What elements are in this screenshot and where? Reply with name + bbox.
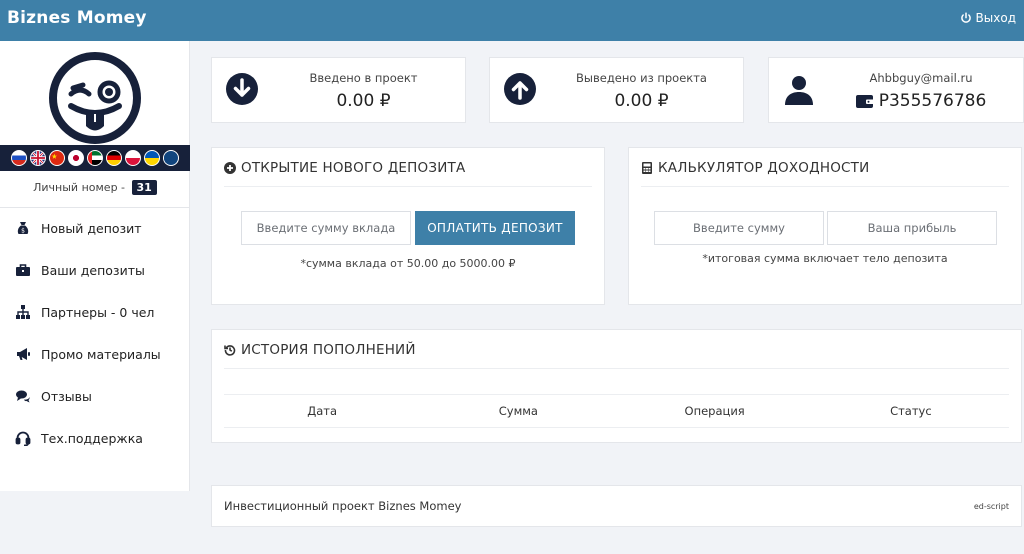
logout-label: Выход — [975, 11, 1016, 25]
footer-text: Инвестиционный проект Biznes Momey — [224, 499, 462, 513]
deposit-note: *сумма вклада от 50.00 до 5000.00 ₽ — [300, 257, 516, 270]
column-status[interactable]: Статус — [813, 404, 1009, 418]
deposit-amount-input[interactable] — [241, 211, 411, 245]
new-deposit-title: ОТКРЫТИЕ НОВОГО ДЕПОЗИТА — [224, 160, 465, 176]
sitemap-icon — [16, 305, 30, 319]
calculator-title-text: КАЛЬКУЛЯТОР ДОХОДНОСТИ — [658, 160, 870, 176]
flag-pl-icon[interactable] — [125, 150, 141, 166]
history-panel: ИСТОРИЯ ПОПОЛНЕНИЙ Дата Сумма Операция С… — [211, 329, 1022, 443]
briefcase-icon — [16, 264, 30, 276]
language-flags — [0, 145, 190, 171]
flag-ua-icon[interactable] — [144, 150, 160, 166]
sidebar-item-my-deposits[interactable]: Ваши депозиты — [0, 249, 190, 291]
flag-gb-icon[interactable] — [30, 150, 46, 166]
sidebar-item-reviews[interactable]: Отзывы — [0, 375, 190, 417]
wallet-number: P355576786 — [878, 91, 987, 111]
plus-circle-icon — [224, 162, 236, 174]
history-table-header: Дата Сумма Операция Статус — [224, 394, 1009, 428]
deposited-card: Введено в проект 0.00 ₽ — [211, 57, 466, 123]
personal-number: Личный номер - 31 — [0, 180, 190, 195]
user-card: Ahbbguy@mail.ru P355576786 — [768, 57, 1024, 123]
personal-number-badge: 31 — [131, 180, 157, 195]
deposited-label: Введено в проект — [309, 71, 418, 85]
sidebar-item-label: Ваши депозиты — [41, 262, 145, 278]
withdrawn-value: 0.00 ₽ — [614, 91, 669, 111]
arrow-down-circle-icon — [226, 73, 258, 105]
sidebar-item-label: Промо материалы — [41, 346, 161, 362]
column-operation[interactable]: Операция — [617, 404, 813, 418]
footer-credit[interactable]: ed-script — [974, 502, 1009, 511]
personal-number-label: Личный номер - — [33, 181, 126, 194]
sidebar-item-new-deposit[interactable]: $ Новый депозит — [0, 207, 190, 249]
footer: Инвестиционный проект Biznes Momey ed-sc… — [211, 485, 1022, 527]
divider — [224, 368, 1009, 369]
history-title-text: ИСТОРИЯ ПОПОЛНЕНИЙ — [241, 342, 416, 358]
divider — [224, 186, 592, 187]
divider — [641, 186, 1009, 187]
megaphone-icon — [17, 348, 30, 360]
flag-de-icon[interactable] — [106, 150, 122, 166]
flag-cz-icon[interactable] — [163, 150, 179, 166]
comments-icon — [16, 390, 30, 403]
calc-profit-field[interactable] — [827, 211, 997, 245]
calculator-note: *итоговая сумма включает тело депозита — [702, 252, 948, 265]
flag-cn-icon[interactable] — [49, 150, 65, 166]
calculator-title: КАЛЬКУЛЯТОР ДОХОДНОСТИ — [641, 160, 869, 176]
brand-title[interactable]: Biznes Momey — [7, 8, 147, 28]
wallet-icon — [855, 95, 874, 108]
sidebar-item-label: Отзывы — [41, 388, 92, 404]
new-deposit-panel: ОТКРЫТИЕ НОВОГО ДЕПОЗИТА ОПЛАТИТЬ ДЕПОЗИ… — [211, 147, 605, 305]
top-bar: Biznes Momey Выход — [0, 0, 1024, 41]
user-wallet: P355576786 — [829, 91, 1013, 111]
user-email: Ahbbguy@mail.ru — [869, 71, 973, 85]
deposited-value: 0.00 ₽ — [336, 91, 391, 111]
sidebar-menu: $ Новый депозит Ваши депозиты Партнеры -… — [0, 207, 190, 459]
sidebar-item-partners[interactable]: Партнеры - 0 чел — [0, 291, 190, 333]
flag-ru-icon[interactable] — [11, 150, 27, 166]
withdrawn-label: Выведено из проекта — [576, 71, 707, 85]
calculator-icon — [642, 162, 652, 174]
withdrawn-card: Выведено из проекта 0.00 ₽ — [489, 57, 744, 123]
sidebar: Личный номер - 31 $ Новый депозит Ваши д… — [0, 41, 190, 491]
calculator-panel: КАЛЬКУЛЯТОР ДОХОДНОСТИ *итоговая сумма в… — [628, 147, 1022, 305]
column-amount[interactable]: Сумма — [420, 404, 616, 418]
sidebar-item-promo[interactable]: Промо материалы — [0, 333, 190, 375]
arrow-up-circle-icon — [504, 73, 536, 105]
flag-jp-icon[interactable] — [68, 150, 84, 166]
logout-button[interactable]: Выход — [960, 11, 1016, 25]
sidebar-item-label: Тех.поддержка — [41, 430, 143, 446]
column-date[interactable]: Дата — [224, 404, 420, 418]
new-deposit-title-text: ОТКРЫТИЕ НОВОГО ДЕПОЗИТА — [241, 160, 466, 176]
avatar-winking-face-icon — [49, 52, 141, 144]
money-bag-icon: $ — [17, 222, 29, 235]
headset-icon — [15, 431, 31, 446]
sidebar-item-support[interactable]: Тех.поддержка — [0, 417, 190, 459]
power-icon — [960, 12, 971, 23]
sidebar-item-label: Новый депозит — [41, 220, 142, 236]
sidebar-item-label: Партнеры - 0 чел — [41, 304, 155, 320]
svg-text:$: $ — [21, 228, 25, 235]
flag-ae-icon[interactable] — [87, 150, 103, 166]
history-icon — [224, 345, 236, 356]
calc-amount-input[interactable] — [654, 211, 824, 245]
history-title: ИСТОРИЯ ПОПОЛНЕНИЙ — [224, 342, 416, 358]
user-icon — [785, 76, 813, 105]
pay-deposit-button[interactable]: ОПЛАТИТЬ ДЕПОЗИТ — [415, 211, 575, 245]
